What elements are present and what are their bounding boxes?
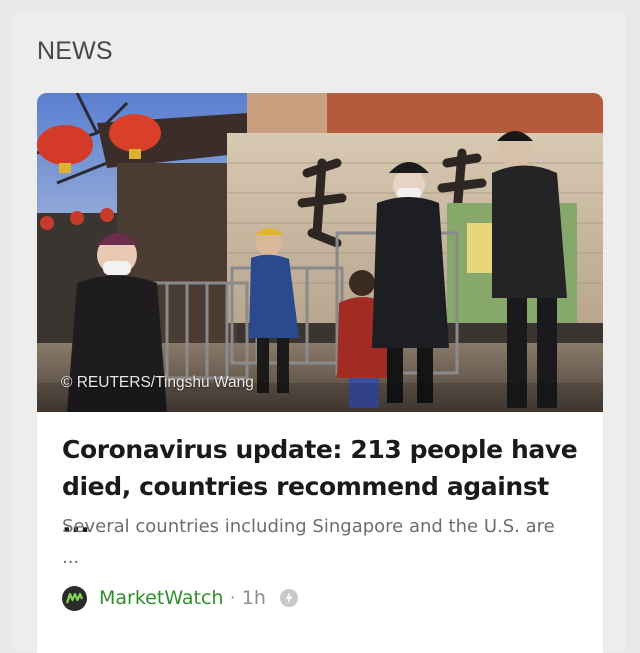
article-age: 1h [241, 587, 266, 609]
photo-credit: © REUTERS/Tingshu Wang [61, 374, 254, 391]
source-row: MarketWatch · 1h [62, 583, 298, 613]
article-photo [37, 93, 603, 412]
section-title: NEWS [37, 37, 113, 65]
article-summary: Several countries including Singapore an… [62, 516, 555, 568]
meta-separator: · [229, 587, 236, 608]
marketwatch-logo-icon [62, 585, 87, 611]
source-name[interactable]: MarketWatch [99, 587, 223, 609]
lightning-bolt-icon [279, 589, 298, 607]
news-card[interactable]: © REUTERS/Tingshu Wang Coronavirus updat… [37, 93, 603, 653]
